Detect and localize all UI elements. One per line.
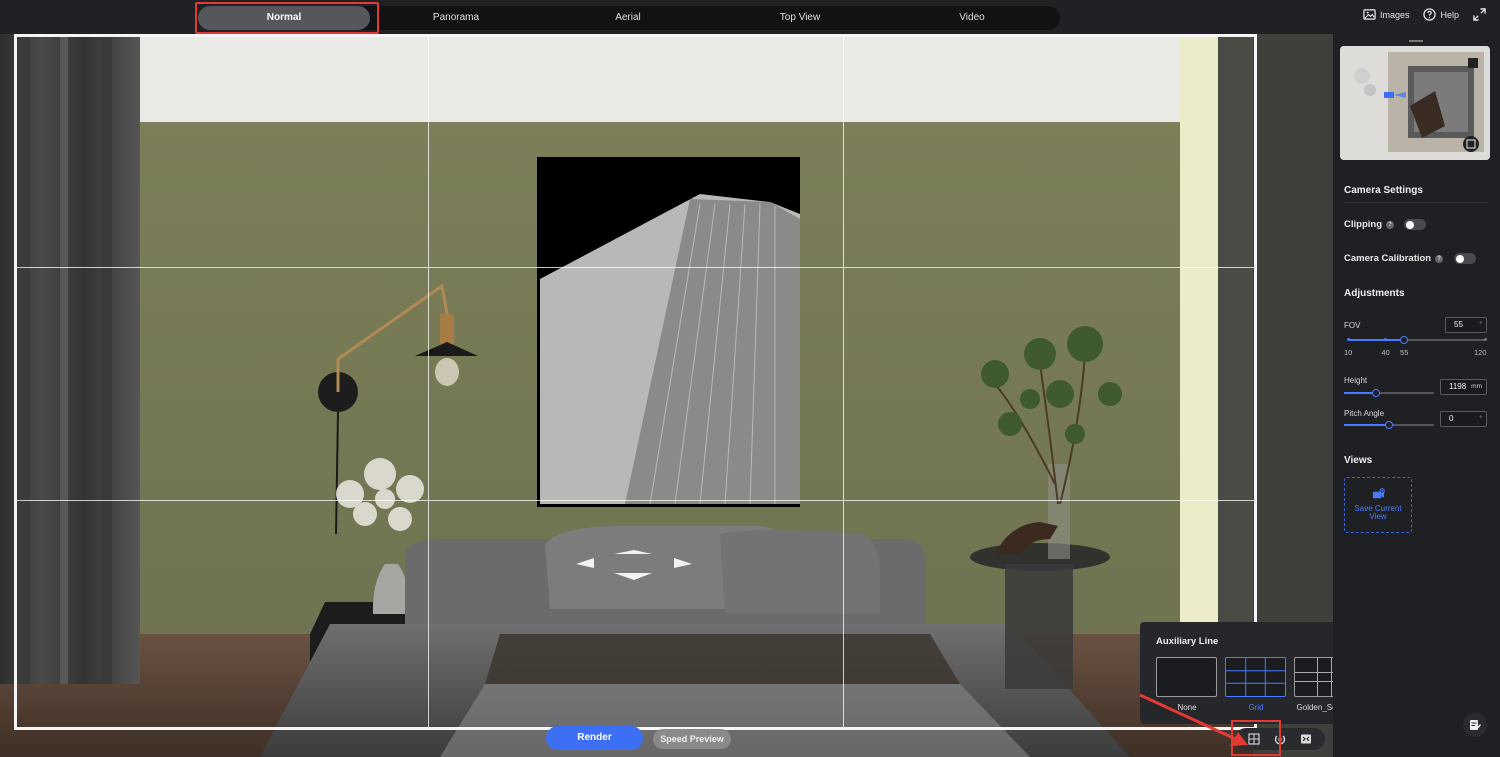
clipping-label: Clipping bbox=[1344, 219, 1382, 230]
height-input[interactable]: 1198 mm bbox=[1440, 379, 1487, 395]
grid-line-v1 bbox=[428, 37, 429, 727]
fov-tick-label: 120 bbox=[1474, 348, 1487, 357]
save-current-view-button[interactable]: Save Current View bbox=[1344, 477, 1412, 533]
height-value: 1198 bbox=[1449, 382, 1467, 391]
adjustments-title: Adjustments bbox=[1344, 288, 1405, 299]
fov-tick-label: 55 bbox=[1400, 348, 1409, 357]
pitch-angle-value: 0 bbox=[1449, 414, 1454, 423]
aux-option-grid[interactable]: Grid bbox=[1225, 657, 1287, 717]
height-unit: mm bbox=[1471, 383, 1482, 390]
fov-slider[interactable] bbox=[1348, 339, 1485, 341]
arrow-down-icon[interactable] bbox=[614, 573, 652, 580]
clipping-toggle[interactable] bbox=[1404, 219, 1426, 230]
floorplan-thumbnail bbox=[1340, 46, 1490, 160]
pitch-angle-slider-knob[interactable] bbox=[1385, 421, 1393, 429]
fullscreen-button[interactable] bbox=[1473, 8, 1486, 21]
fov-tick-label: 40 bbox=[1381, 348, 1390, 357]
aux-preview-grid bbox=[1225, 657, 1286, 697]
grid-line-v2 bbox=[843, 37, 844, 727]
fov-input[interactable]: 55 ° bbox=[1445, 317, 1487, 333]
fov-slider-fill bbox=[1348, 339, 1405, 341]
drag-handle[interactable] bbox=[1409, 40, 1423, 42]
aux-option-label: Grid bbox=[1248, 703, 1264, 712]
height-slider-fill bbox=[1344, 392, 1376, 394]
images-label: Images bbox=[1379, 9, 1410, 20]
feedback-button[interactable] bbox=[1463, 713, 1487, 737]
fit-view-icon[interactable] bbox=[1300, 733, 1312, 745]
fov-tick bbox=[1346, 338, 1350, 341]
edit-note-icon bbox=[1470, 720, 1481, 730]
aux-preview-none bbox=[1156, 657, 1217, 697]
arrow-right-icon[interactable] bbox=[674, 558, 692, 568]
highlight-annotation-normal-tab bbox=[195, 2, 379, 34]
fov-slider-knob[interactable] bbox=[1400, 336, 1409, 344]
height-slider-knob[interactable] bbox=[1371, 389, 1380, 397]
camera-calibration-row: Camera Calibration ? bbox=[1344, 253, 1444, 264]
camera-frame bbox=[14, 34, 1257, 730]
pitch-angle-input[interactable]: 0 ° bbox=[1440, 411, 1487, 427]
help-label: Help bbox=[1440, 9, 1459, 20]
tab-aerial[interactable]: Aerial bbox=[542, 6, 714, 30]
views-title: Views bbox=[1344, 455, 1373, 466]
height-slider[interactable] bbox=[1344, 392, 1434, 394]
top-actions: Images Help bbox=[1363, 8, 1486, 21]
camera-calibration-label: Camera Calibration bbox=[1344, 253, 1432, 264]
save-current-view-label: Save Current View bbox=[1354, 504, 1402, 521]
pitch-angle-label: Pitch Angle bbox=[1344, 409, 1385, 418]
minimap-expand-icon[interactable] bbox=[1463, 136, 1479, 152]
aux-option-label: None bbox=[1177, 703, 1197, 712]
arrow-up-icon[interactable] bbox=[614, 550, 652, 554]
fov-value: 55 bbox=[1454, 320, 1463, 329]
clipping-row: Clipping ? bbox=[1344, 219, 1394, 230]
tab-top-view[interactable]: Top View bbox=[714, 6, 886, 30]
divider bbox=[1344, 202, 1488, 203]
tab-video[interactable]: Video bbox=[886, 6, 1058, 30]
fov-tick bbox=[1483, 338, 1487, 341]
fov-label: FOV bbox=[1344, 321, 1361, 330]
aux-option-none[interactable]: None bbox=[1156, 657, 1218, 717]
camera-add-icon bbox=[1372, 488, 1385, 499]
render-viewport[interactable] bbox=[0, 34, 1333, 757]
help-button[interactable]: Help bbox=[1423, 8, 1459, 21]
camera-calibration-toggle[interactable] bbox=[1454, 253, 1476, 264]
top-bar: Normal Panorama Aerial Top View Video Im… bbox=[0, 0, 1500, 34]
fov-unit: ° bbox=[1479, 321, 1482, 328]
help-icon[interactable]: ? bbox=[1435, 254, 1444, 263]
fullscreen-icon bbox=[1473, 8, 1486, 21]
question-circle-icon bbox=[1423, 8, 1437, 21]
tab-panorama[interactable]: Panorama bbox=[370, 6, 542, 30]
speed-preview-button[interactable]: Speed Preview bbox=[653, 729, 731, 749]
pitch-angle-slider-fill bbox=[1344, 424, 1389, 426]
minimap[interactable] bbox=[1340, 46, 1490, 160]
camera-settings-title: Camera Settings bbox=[1344, 185, 1423, 196]
arrow-left-icon[interactable] bbox=[576, 558, 594, 568]
grid-line-h2 bbox=[17, 500, 1254, 501]
auxiliary-line-title: Auxiliary Line bbox=[1156, 636, 1219, 647]
image-icon bbox=[1363, 9, 1376, 20]
app-window: Normal Panorama Aerial Top View Video Im… bbox=[0, 0, 1500, 757]
grid-icon bbox=[1226, 658, 1285, 696]
fov-tick bbox=[1383, 338, 1387, 341]
help-icon[interactable]: ? bbox=[1386, 220, 1394, 229]
pitch-angle-unit: ° bbox=[1479, 415, 1482, 422]
grid-line-h1 bbox=[17, 267, 1254, 268]
height-label: Height bbox=[1344, 376, 1368, 385]
right-panel: Camera Settings Clipping ? Camera Calibr… bbox=[1333, 34, 1500, 757]
images-button[interactable]: Images bbox=[1363, 8, 1410, 21]
fov-tick-label: 10 bbox=[1344, 348, 1353, 357]
highlight-annotation-aux-tool bbox=[1231, 720, 1281, 756]
render-button[interactable]: Render bbox=[546, 726, 643, 750]
camera-nav-arrows[interactable] bbox=[570, 546, 700, 586]
